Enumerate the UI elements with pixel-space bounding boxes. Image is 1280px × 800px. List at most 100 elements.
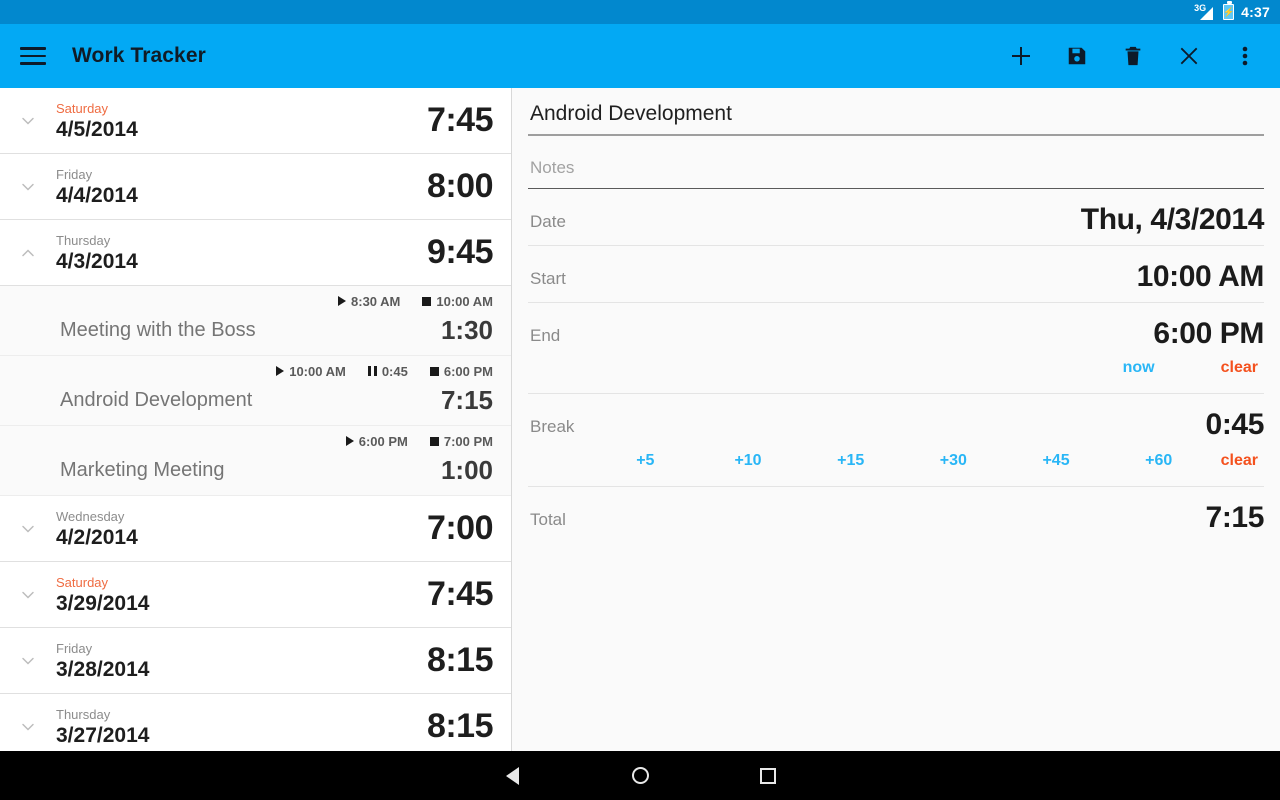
break-increment-button[interactable]: +15 <box>799 450 902 472</box>
break-label: Break <box>530 417 575 436</box>
back-button[interactable] <box>448 751 576 800</box>
network-type-label: 3G <box>1194 3 1207 13</box>
task-start-chip: 8:30 AM <box>338 294 400 309</box>
add-button[interactable] <box>1006 41 1036 71</box>
hamburger-bar <box>20 54 46 58</box>
end-clear-button[interactable]: clear <box>1215 357 1264 379</box>
break-increment-button[interactable]: +45 <box>1005 450 1108 472</box>
break-increment-buttons: +5 +10 +15 +30 +45 +60 clear <box>530 442 1264 480</box>
chevron-down-icon[interactable] <box>0 111 56 131</box>
start-value[interactable]: 10:00 AM <box>1137 260 1265 294</box>
chevron-down-icon <box>22 525 34 533</box>
day-total-hours: 7:00 <box>426 509 494 547</box>
end-row: End 6:00 PM now clear <box>528 303 1264 394</box>
status-bar: 3G ⚡ 4:37 <box>0 0 1280 24</box>
break-increment-button[interactable]: +30 <box>902 450 1005 472</box>
app-toolbar: Work Tracker <box>0 24 1280 88</box>
close-button[interactable] <box>1174 41 1204 71</box>
overflow-button[interactable] <box>1230 41 1260 71</box>
stop-icon <box>422 296 432 306</box>
break-clear-button[interactable]: clear <box>1210 450 1264 472</box>
home-button[interactable] <box>576 751 704 800</box>
chevron-up-icon[interactable] <box>0 243 56 263</box>
chevron-down-icon[interactable] <box>0 717 56 737</box>
date-row[interactable]: Date Thu, 4/3/2014 <box>528 189 1264 246</box>
break-increment-button[interactable]: +10 <box>697 450 800 472</box>
battery-bolt-glyph: ⚡ <box>1223 6 1235 17</box>
hamburger-menu-icon[interactable] <box>16 39 50 73</box>
day-date-label: 4/4/2014 <box>56 183 138 207</box>
day-row[interactable]: Wednesday 4/2/2014 7:00 <box>0 496 511 562</box>
task-end-chip: 10:00 AM <box>422 294 493 309</box>
day-list-pane[interactable]: Saturday 4/5/2014 7:45 Friday 4/4/2014 8:00 Th… <box>0 88 512 751</box>
task-main: Android Development 7:15 <box>60 380 493 420</box>
day-row-text: Saturday 3/29/2014 <box>56 574 427 616</box>
day-date-label: 4/2/2014 <box>56 525 138 549</box>
pause-icon <box>367 366 377 376</box>
task-row[interactable]: 10:00 AM 0:45 6:00 PM Android Development 7:… <box>0 356 511 426</box>
app-root: 3G ⚡ 4:37 Work Tracker Saturday 4/5/2014… <box>0 0 1280 800</box>
start-row[interactable]: Start 10:00 AM <box>528 246 1264 303</box>
task-start-time: 8:30 AM <box>351 293 401 309</box>
day-row[interactable]: Saturday 4/5/2014 7:45 <box>0 88 511 154</box>
total-row: Total 7:15 <box>528 487 1264 543</box>
task-title: Android Development <box>60 388 253 411</box>
day-row[interactable]: Saturday 3/29/2014 7:45 <box>0 562 511 628</box>
date-label: Date <box>530 212 566 231</box>
task-main: Meeting with the Boss 1:30 <box>60 310 493 350</box>
day-row-text: Thursday 3/27/2014 <box>56 706 427 748</box>
chevron-down-icon <box>22 117 34 125</box>
break-value[interactable]: 0:45 <box>1206 408 1265 442</box>
chevron-down-icon[interactable] <box>0 585 56 605</box>
task-start-chip: 6:00 PM <box>345 433 408 449</box>
day-of-week-label: Thursday <box>56 232 111 248</box>
day-date-label: 4/5/2014 <box>56 117 138 141</box>
back-triangle-icon <box>505 766 519 785</box>
day-of-week-label: Friday <box>56 166 93 182</box>
day-row-text: Wednesday 4/2/2014 <box>56 508 427 550</box>
day-date-label: 4/3/2014 <box>56 249 138 273</box>
day-row[interactable]: Thursday 3/27/2014 8:15 <box>0 694 511 751</box>
save-button[interactable] <box>1062 41 1092 71</box>
end-value[interactable]: 6:00 PM <box>1153 317 1264 351</box>
task-row[interactable]: 8:30 AM 10:00 AM Meeting with the Boss 1:30 <box>0 286 511 356</box>
stop-icon <box>429 366 439 376</box>
task-end-chip: 6:00 PM <box>429 363 493 379</box>
chevron-down-icon <box>22 657 34 665</box>
close-x-icon <box>1180 47 1198 65</box>
break-increment-button[interactable]: +60 <box>1107 450 1210 472</box>
entry-title-input[interactable]: Android Development <box>528 88 1264 136</box>
break-increment-button[interactable]: +5 <box>594 450 697 472</box>
total-label: Total <box>530 510 566 529</box>
chevron-down-icon[interactable] <box>0 177 56 197</box>
day-total-hours: 7:45 <box>426 575 494 613</box>
chevron-down-icon <box>22 183 34 191</box>
delete-button[interactable] <box>1118 41 1148 71</box>
task-row[interactable]: 6:00 PM 7:00 PM Marketing Meeting 1:00 <box>0 426 511 496</box>
total-value: 7:15 <box>1205 501 1265 534</box>
trash-icon <box>1125 46 1141 66</box>
play-icon <box>276 366 285 376</box>
main-content: Saturday 4/5/2014 7:45 Friday 4/4/2014 8:00 Th… <box>0 88 1280 751</box>
task-end-time: 6:00 PM <box>443 363 493 379</box>
day-list: Saturday 4/5/2014 7:45 Friday 4/4/2014 8:00 Th… <box>0 88 511 751</box>
day-total-hours: 8:15 <box>426 641 494 679</box>
end-label: End <box>530 326 561 345</box>
day-row[interactable]: Friday 3/28/2014 8:15 <box>0 628 511 694</box>
more-vertical-icon <box>1242 46 1248 66</box>
task-main: Marketing Meeting 1:00 <box>60 450 493 490</box>
chevron-down-icon[interactable] <box>0 651 56 671</box>
day-row[interactable]: Thursday 4/3/2014 9:45 <box>0 220 511 286</box>
recents-button[interactable] <box>704 751 832 800</box>
date-value[interactable]: Thu, 4/3/2014 <box>1081 203 1265 237</box>
end-now-button[interactable]: now <box>1117 357 1161 379</box>
task-end-chip: 7:00 PM <box>429 434 493 449</box>
entry-notes-input[interactable]: Notes <box>528 138 1264 189</box>
task-start-time: 6:00 PM <box>358 433 408 449</box>
entry-detail-pane: Android Development Notes Date Thu, 4/3/… <box>512 88 1280 751</box>
day-of-week-label: Thursday <box>56 706 111 722</box>
chevron-down-icon <box>22 591 34 599</box>
hamburger-bar <box>20 62 46 65</box>
day-row[interactable]: Friday 4/4/2014 8:00 <box>0 154 511 220</box>
chevron-down-icon[interactable] <box>0 519 56 539</box>
